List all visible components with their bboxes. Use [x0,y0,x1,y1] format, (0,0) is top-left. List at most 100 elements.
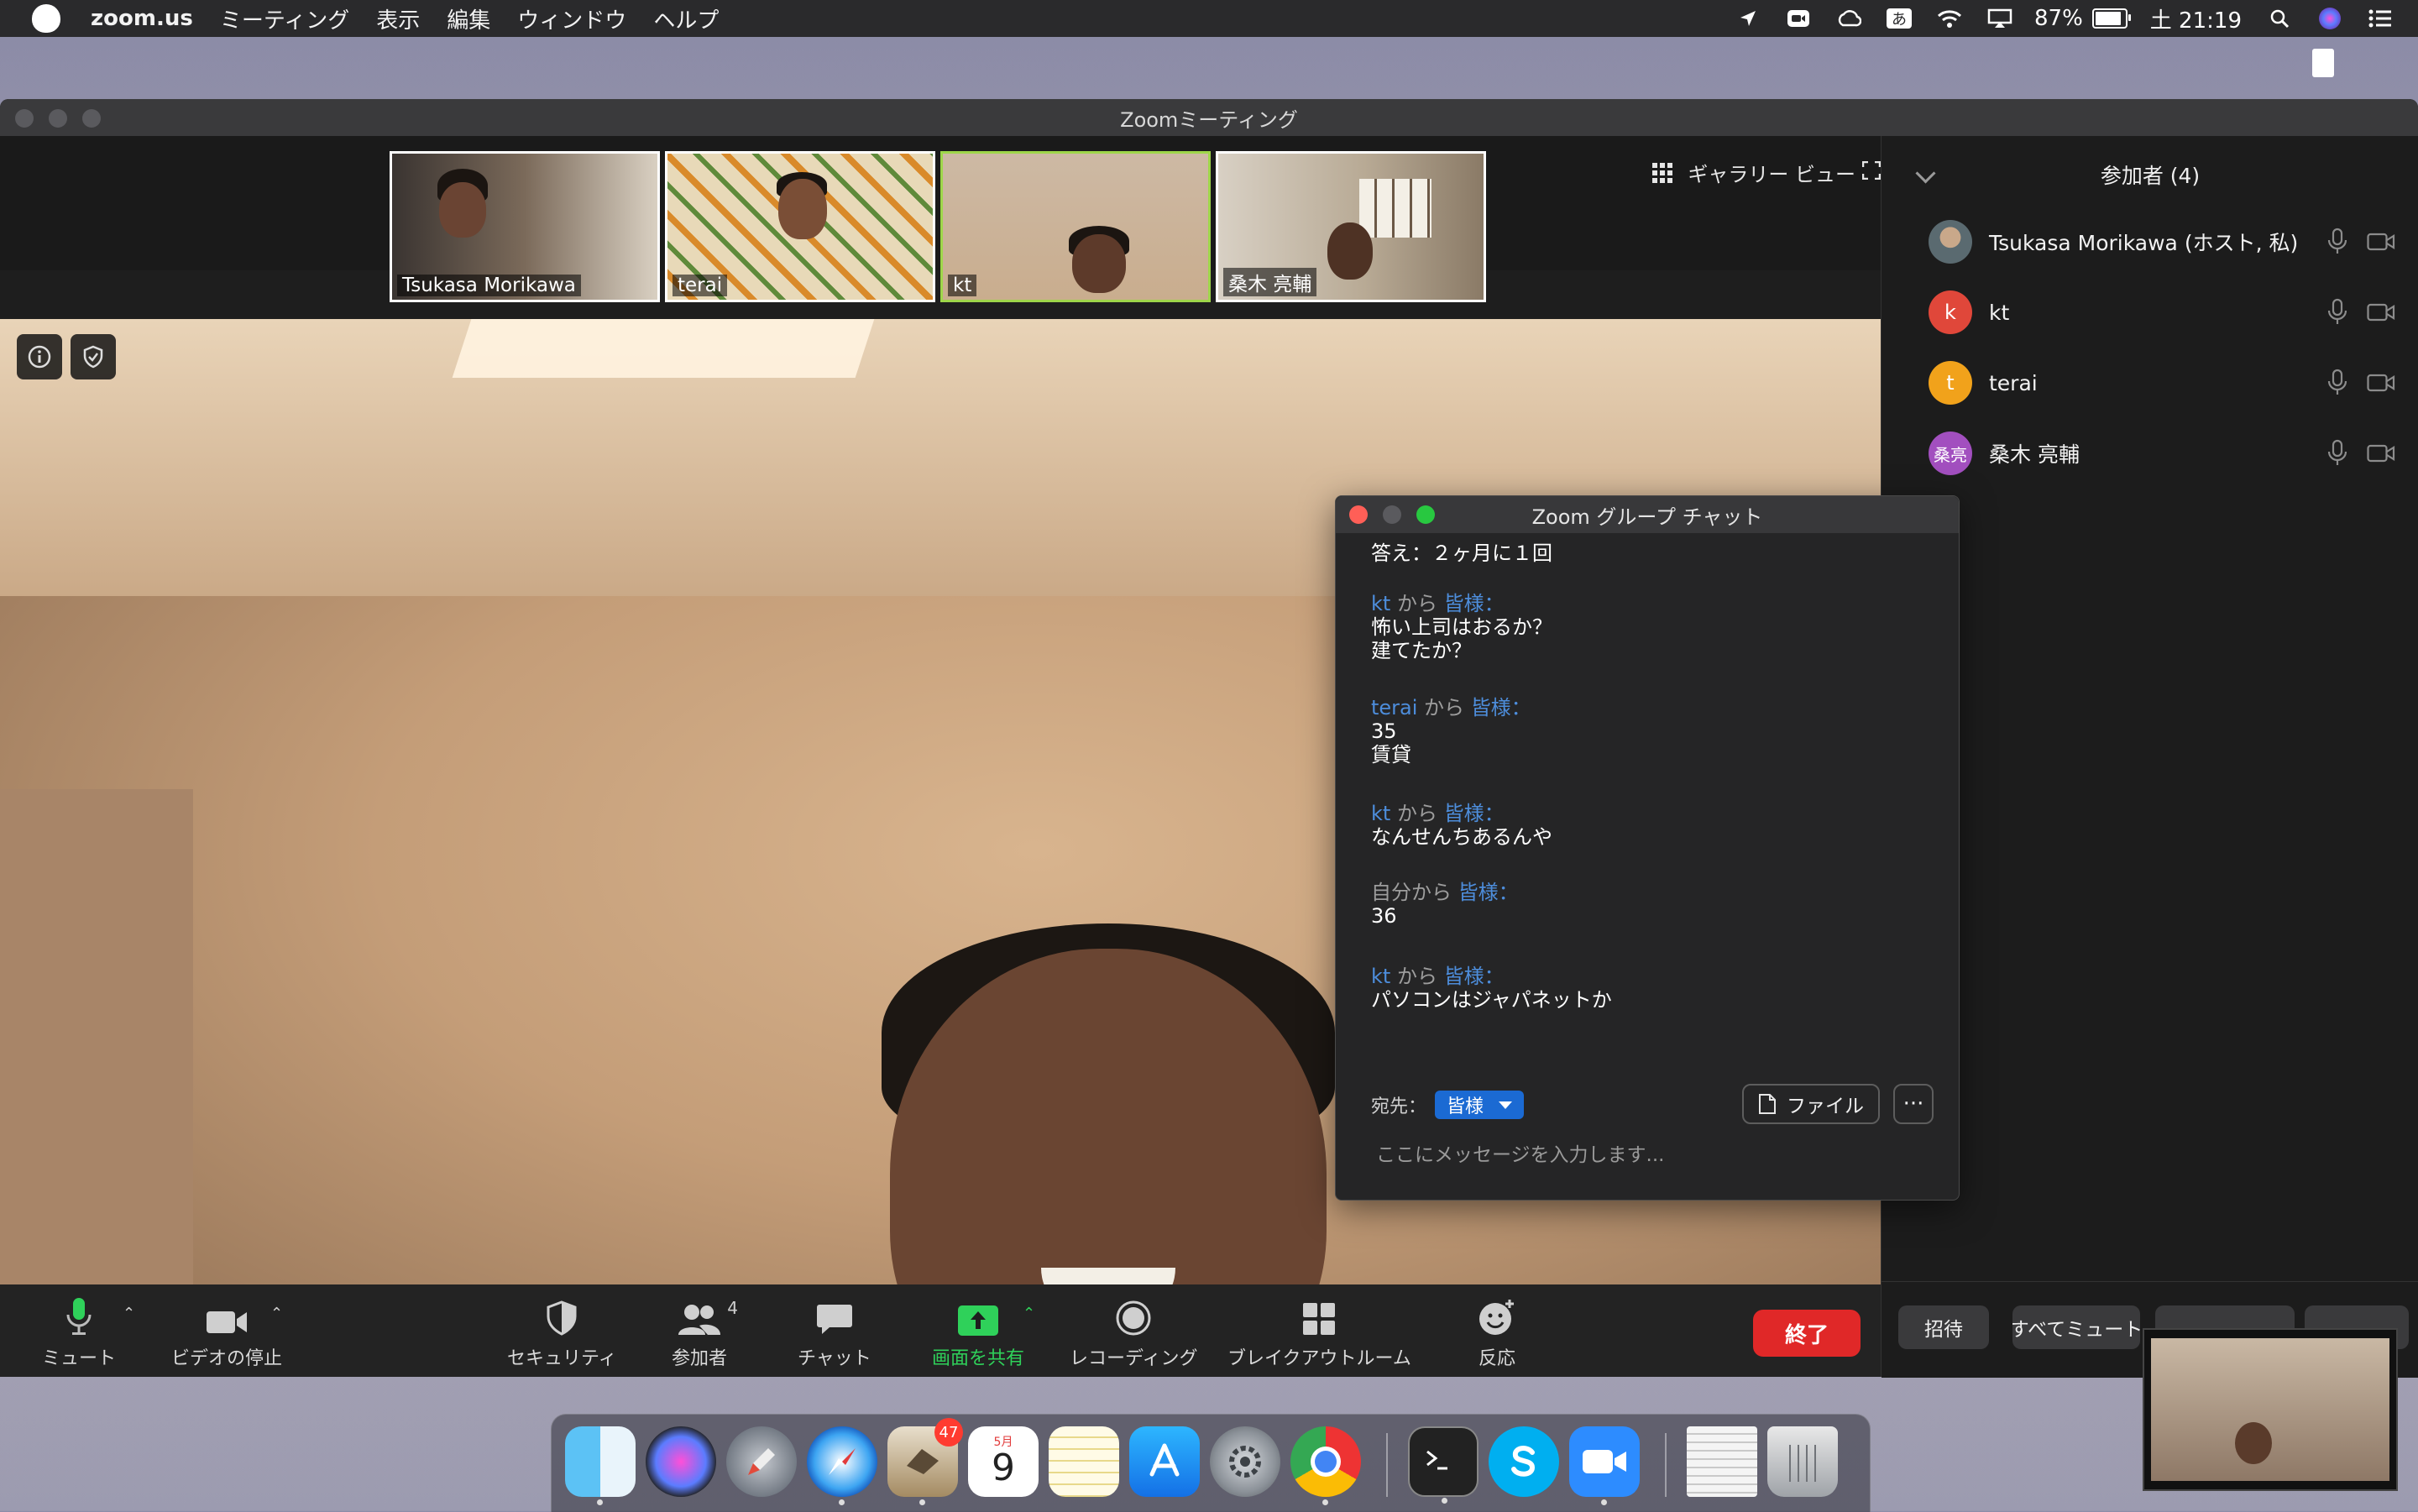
chat-message-body: 答え：２ヶ月に１回 [1371,541,1552,565]
file-button[interactable]: ファイル [1742,1084,1880,1124]
microphone-icon[interactable] [2326,439,2348,468]
invite-button[interactable]: 招待 [1898,1305,1989,1349]
dropdown-triangle-icon [1499,1101,1513,1109]
chat-recipient: 皆様： [1443,592,1505,615]
menu-edit[interactable]: 編集 [447,3,490,34]
video-camera-icon[interactable] [2367,232,2395,252]
participant-row[interactable]: t terai [1882,358,2418,408]
minimize-chat-button[interactable] [1383,505,1401,524]
share-options-chevron-icon[interactable]: ⌃ [1023,1305,1039,1322]
participants-button[interactable]: 4 参加者 [672,1295,738,1370]
chat-titlebar[interactable]: Zoom グループ チャット [1336,496,1959,533]
close-window-button[interactable] [15,109,34,128]
chat-button[interactable]: チャット [798,1295,871,1370]
finder-icon[interactable] [565,1426,636,1505]
menu-meeting[interactable]: ミーティング [220,3,349,34]
zoom-icon[interactable] [1569,1426,1640,1505]
participant-avatar: t [1929,361,1972,405]
chat-message: 答え：２ヶ月に１回 [1371,541,1552,565]
desktop-file-icon[interactable] [2312,49,2334,77]
video-ceiling-light [452,319,875,378]
airplay-icon[interactable] [1987,8,2012,29]
launchpad-icon[interactable] [726,1426,797,1497]
calendar-icon[interactable]: 5月 9 [968,1426,1039,1497]
chat-sender[interactable]: terai [1371,696,1417,719]
wifi-icon[interactable] [1937,8,1962,29]
menu-view[interactable]: 表示 [376,3,420,34]
siri-icon[interactable] [646,1426,716,1497]
reactions-button[interactable]: 反応 [1478,1295,1516,1370]
menu-window[interactable]: ウィンドウ [517,3,626,34]
meeting-info-icon[interactable] [17,334,62,379]
chat-message-input[interactable] [1374,1136,1923,1175]
video-camera-icon[interactable] [2367,443,2395,463]
chat-sender[interactable]: kt [1371,592,1390,615]
participant-name: Tsukasa Morikawa (ホスト, 私) [1989,231,2299,255]
participant-row[interactable]: 桑亮 桑木 亮輔 [1882,428,2418,479]
window-titlebar[interactable]: Zoomミーティング [0,99,2418,136]
zoom-status-icon[interactable] [1786,8,1811,29]
location-arrow-icon[interactable] [1735,8,1761,29]
stop-video-button[interactable]: ビデオの停止 [171,1295,282,1370]
microphone-icon[interactable] [2326,298,2348,327]
chat-message-header: 自分から 皆様： [1371,881,1519,904]
fullscreen-icon[interactable] [1862,161,1881,180]
encryption-shield-icon[interactable] [71,334,116,379]
microphone-icon[interactable] [2326,228,2348,256]
participant-row[interactable]: Tsukasa Morikawa (ホスト, 私) [1882,217,2418,267]
skype-icon[interactable] [1489,1426,1559,1497]
microphone-icon[interactable] [2326,369,2348,397]
app-store-icon[interactable] [1129,1426,1200,1497]
participant-row[interactable]: k kt [1882,287,2418,337]
recipient-dropdown[interactable]: 皆様 [1435,1091,1525,1119]
menubar-clock[interactable]: 土 21:19 [2150,3,2242,34]
close-chat-button[interactable] [1349,505,1368,524]
notes-icon[interactable] [1049,1426,1119,1497]
safari-icon[interactable] [807,1426,877,1505]
security-button[interactable]: セキュリティ [507,1295,617,1370]
battery-icon[interactable] [2091,8,2131,29]
terminal-icon[interactable] [1408,1426,1479,1504]
breakout-rooms-button[interactable]: ブレイクアウトルーム [1227,1295,1411,1370]
gallery-view-button[interactable]: ギャラリー ビュー [1652,158,1855,187]
chat-sender[interactable]: kt [1371,802,1390,825]
screen-share-preview[interactable] [2143,1328,2398,1491]
chat-more-button[interactable]: ··· [1893,1084,1934,1124]
menu-app-name[interactable]: zoom.us [91,6,193,31]
chat-sender[interactable]: kt [1371,965,1390,988]
thumbnail-name: kt [948,275,977,296]
emoji-reaction-icon [1478,1295,1516,1337]
trash-icon[interactable] [1767,1426,1838,1497]
zoom-window-button[interactable] [82,109,101,128]
video-thumbnail-active-speaker[interactable]: kt [940,151,1211,302]
mute-all-button[interactable]: すべてミュート [2012,1305,2140,1349]
video-thumbnail[interactable]: terai [665,151,935,302]
minimize-window-button[interactable] [49,109,67,128]
video-options-chevron-icon[interactable]: ⌃ [270,1305,287,1322]
calendar-day: 9 [992,1447,1015,1489]
notification-center-icon[interactable] [2368,8,2393,29]
video-thumbnail[interactable]: Tsukasa Morikawa [390,151,660,302]
creative-cloud-icon[interactable] [1836,8,1861,29]
audio-options-chevron-icon[interactable]: ⌃ [123,1305,139,1322]
chrome-icon[interactable] [1290,1426,1361,1505]
video-thumbnail[interactable]: 桑木 亮輔 [1216,151,1486,302]
system-preferences-icon[interactable] [1210,1426,1280,1497]
zoom-chat-button[interactable] [1416,505,1435,524]
siri-icon[interactable] [2317,8,2342,29]
group-chat-window: Zoom グループ チャット 答え：２ヶ月に１回 kt から 皆様： 怖い上司は… [1335,495,1960,1201]
apple-menu-icon[interactable] [32,4,60,33]
document-icon[interactable] [1687,1426,1757,1497]
menu-help[interactable]: ヘルプ [653,3,719,34]
recording-button[interactable]: レコーディング [1070,1295,1197,1370]
video-camera-icon[interactable] [2367,302,2395,322]
dock-separator [1665,1433,1667,1497]
mute-button[interactable]: ミュート [42,1295,116,1370]
video-camera-icon[interactable] [2367,373,2395,393]
share-screen-button[interactable]: 画面を共有 [932,1295,1024,1370]
input-method-icon[interactable]: あ [1887,8,1912,29]
window-title: Zoomミーティング [1120,107,1298,132]
mail-icon[interactable]: 47 [887,1418,963,1505]
spotlight-icon[interactable] [2267,8,2292,29]
end-meeting-button[interactable]: 終了 [1753,1310,1861,1357]
